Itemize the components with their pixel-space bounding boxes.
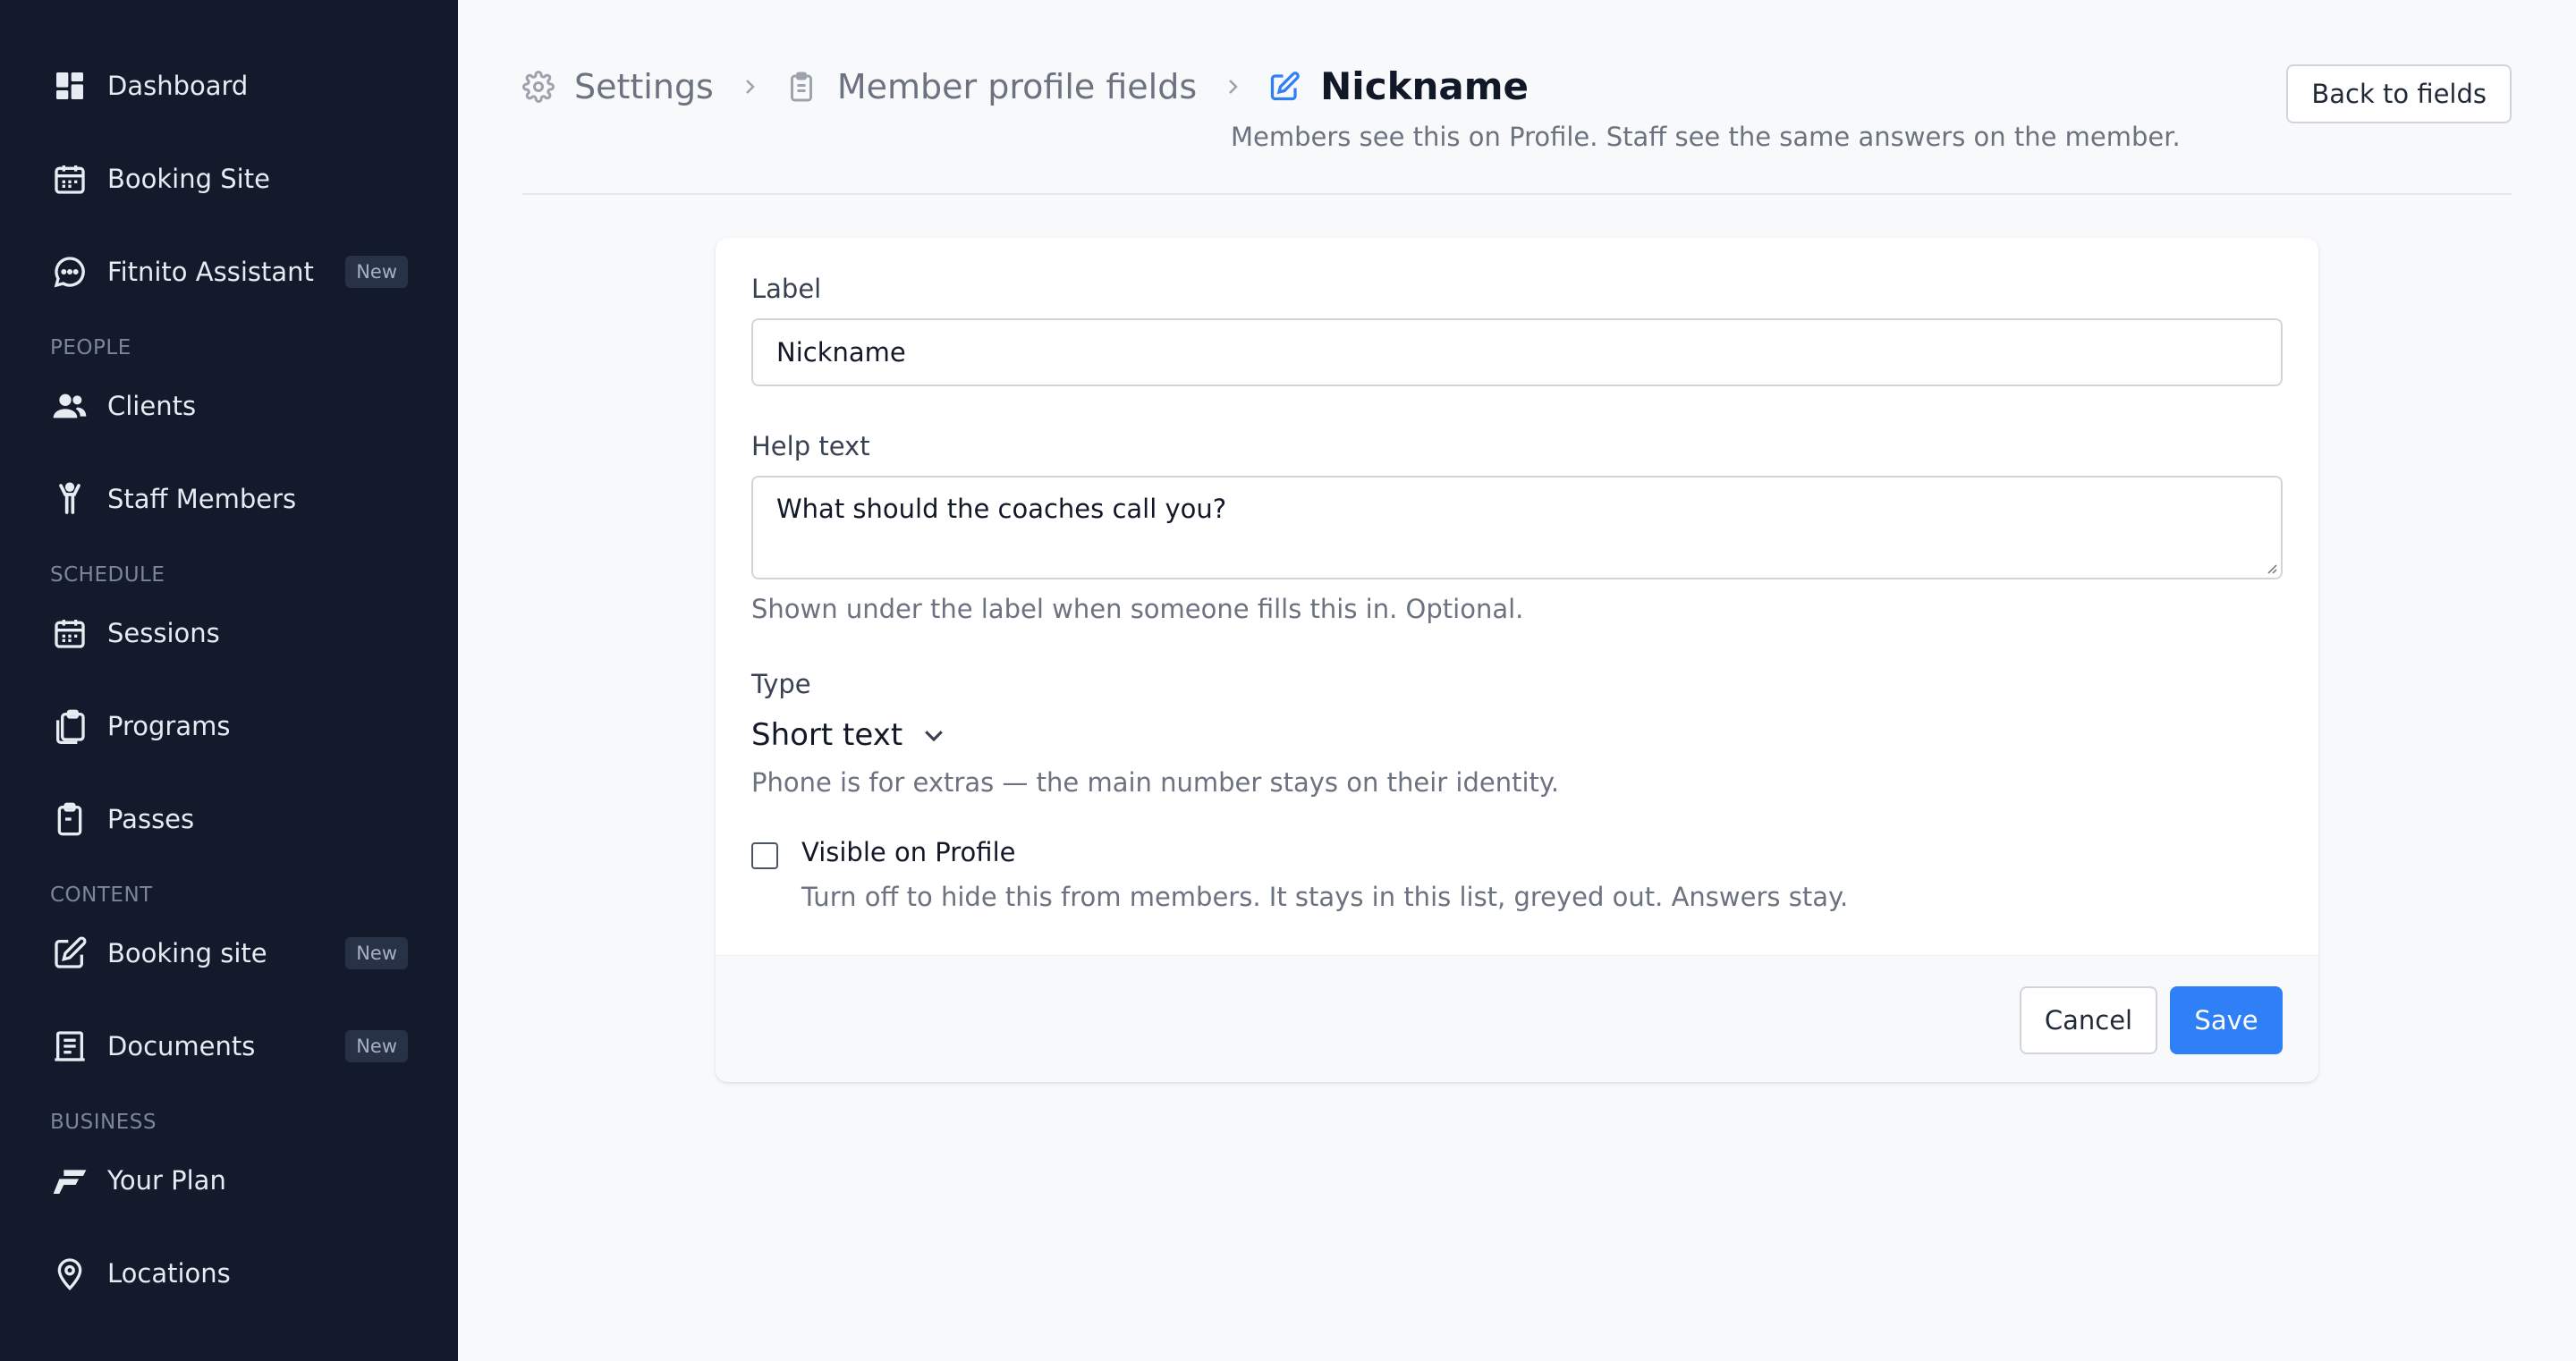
resize-handle-icon[interactable] (2263, 560, 2277, 574)
type-select-value: Short text (751, 717, 903, 753)
visible-on-profile-text: Visible on Profile Turn off to hide this… (801, 837, 1848, 912)
gear-icon (522, 69, 558, 105)
sidebar-item-passes[interactable]: Passes (0, 773, 458, 866)
calendar-icon (50, 159, 89, 199)
sidebar-item-booking-site[interactable]: Booking Site (0, 132, 458, 225)
sidebar-section-title: PEOPLE (50, 336, 131, 359)
edit-icon (50, 934, 89, 973)
type-title: Type (751, 669, 811, 699)
main-content: Settings Member profile fields Nickname … (458, 0, 2576, 1361)
help-text-value: What should the coaches call you? (776, 494, 1227, 524)
card-footer: Cancel Save (716, 955, 2318, 1082)
sidebar-item-clients[interactable]: Clients (0, 359, 458, 452)
clipboard-stack-icon (50, 706, 89, 746)
page-header: Settings Member profile fields Nickname … (522, 0, 2512, 195)
breadcrumb-current: Nickname (1268, 64, 1529, 108)
save-button[interactable]: Save (2170, 986, 2283, 1054)
sidebar-item-label: Dashboard (107, 71, 249, 101)
clipboard-icon (785, 69, 821, 105)
sidebar-item-label: Programs (107, 711, 231, 741)
sidebar-item-label: Documents (107, 1031, 256, 1061)
sidebar-section-title: SCHEDULE (50, 563, 165, 587)
sidebar-item-label: Passes (107, 804, 195, 834)
sidebar: Dashboard Booking Site Fitnito Assistant… (0, 0, 458, 1361)
sidebar-item-label: Your Plan (107, 1165, 226, 1196)
visible-on-profile-row: Visible on Profile Turn off to hide this… (751, 837, 2283, 912)
sidebar-item-label: Booking site (107, 938, 267, 968)
location-pin-icon (50, 1254, 89, 1293)
new-badge: New (345, 1030, 408, 1062)
breadcrumb-settings[interactable]: Settings (522, 67, 714, 106)
sidebar-item-fitnito-assistant[interactable]: Fitnito Assistant New (0, 225, 458, 318)
chevron-right-icon (1222, 76, 1243, 97)
sidebar-section-title: CONTENT (50, 883, 153, 907)
breadcrumb-label: Member profile fields (836, 66, 1198, 106)
breadcrumb: Settings Member profile fields Nickname (522, 64, 1529, 108)
sidebar-item-label: Clients (107, 391, 197, 421)
back-to-fields-button[interactable]: Back to fields (2286, 64, 2512, 123)
sidebar-section-title: BUSINESS (50, 1111, 157, 1134)
visible-on-profile-description: Turn off to hide this from members. It s… (801, 882, 1849, 912)
sidebar-item-sessions[interactable]: Sessions (0, 587, 458, 680)
sidebar-item-label: Sessions (107, 618, 220, 648)
label-field-title: Label (751, 274, 822, 304)
sidebar-item-label: Locations (107, 1258, 231, 1289)
sidebar-item-staff-members[interactable]: Staff Members (0, 452, 458, 545)
chat-bubble-icon (50, 252, 89, 292)
type-hint: Phone is for extras — the main number st… (751, 767, 1560, 798)
sidebar-item-label: Fitnito Assistant (107, 257, 314, 287)
page-title: Nickname (1320, 64, 1530, 108)
cancel-button[interactable]: Cancel (2020, 986, 2157, 1054)
app: Dashboard Booking Site Fitnito Assistant… (0, 0, 2576, 1361)
sidebar-item-label: Staff Members (107, 484, 297, 514)
sidebar-item-label: Booking Site (107, 164, 270, 194)
sidebar-item-programs[interactable]: Programs (0, 680, 458, 773)
dashboard-icon (50, 66, 89, 106)
help-text-hint: Shown under the label when someone fills… (751, 594, 1524, 624)
help-text-title: Help text (751, 431, 870, 461)
edit-icon (1268, 69, 1304, 105)
chevron-right-icon (739, 76, 760, 97)
sidebar-item-documents[interactable]: Documents New (0, 1000, 458, 1093)
sidebar-item-dashboard[interactable]: Dashboard (0, 39, 458, 132)
clipboard-icon (50, 799, 89, 839)
fitnito-logo-icon (50, 1161, 89, 1200)
visible-on-profile-label: Visible on Profile (801, 837, 1016, 867)
page-subtitle: Members see this on Profile. Staff see t… (1231, 122, 2181, 152)
type-select[interactable]: Short text (751, 717, 947, 753)
users-icon (50, 386, 89, 426)
field-edit-card: Label Help text What should the coaches … (716, 238, 2318, 1082)
chevron-down-icon (925, 731, 944, 742)
visible-on-profile-checkbox[interactable] (751, 842, 778, 869)
breadcrumb-label: Settings (574, 66, 714, 106)
breadcrumb-member-profile-fields[interactable]: Member profile fields (785, 67, 1197, 106)
calendar-icon (50, 613, 89, 653)
card-body: Label Help text What should the coaches … (716, 238, 2318, 953)
person-icon (50, 479, 89, 519)
label-input[interactable] (751, 318, 2283, 386)
new-badge: New (345, 256, 408, 288)
sidebar-item-booking-site-content[interactable]: Booking site New (0, 907, 458, 1000)
sidebar-item-your-plan[interactable]: Your Plan (0, 1134, 458, 1227)
help-text-textarea[interactable]: What should the coaches call you? (751, 476, 2283, 579)
document-icon (50, 1027, 89, 1066)
new-badge: New (345, 937, 408, 969)
sidebar-item-locations[interactable]: Locations (0, 1227, 458, 1320)
